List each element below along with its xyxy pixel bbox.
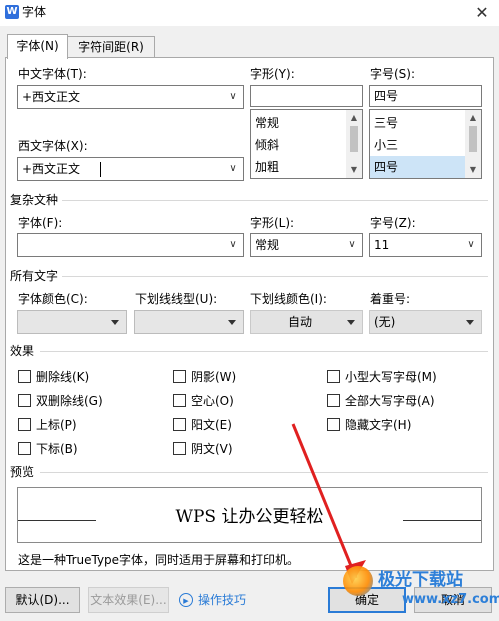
watermark-logo-icon <box>343 566 373 596</box>
tab-font[interactable]: 字体(N) <box>7 34 68 59</box>
annotation-arrow <box>291 423 366 584</box>
watermark-text: 极光下载站 <box>378 570 463 590</box>
watermark-url: www.xz7.com <box>402 592 499 607</box>
